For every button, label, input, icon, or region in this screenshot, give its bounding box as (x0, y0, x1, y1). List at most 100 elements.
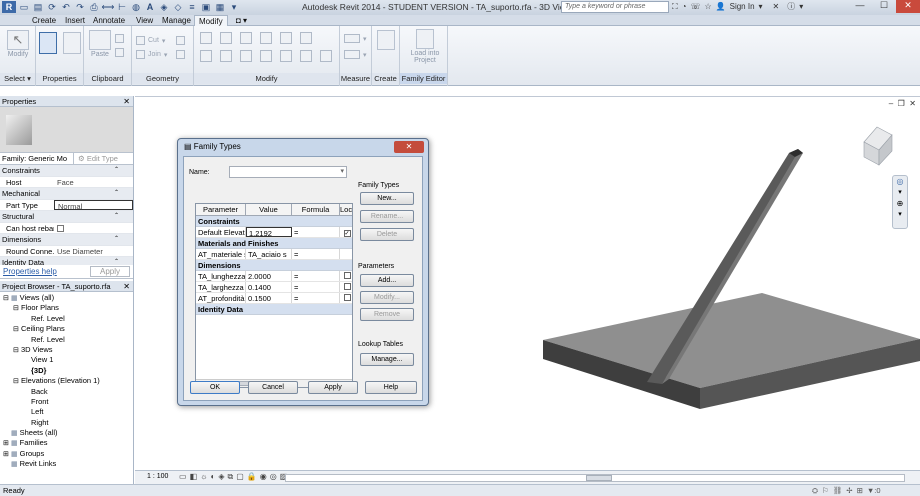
add-parameter-button[interactable]: Add... (360, 274, 414, 287)
grid-section-header[interactable]: Dimensions (196, 260, 352, 271)
align-icon[interactable] (200, 32, 212, 44)
ok-button[interactable]: OK (190, 381, 240, 394)
steering-wheel-icon[interactable]: ◎ (893, 176, 907, 188)
dimension-icon[interactable]: ⊢ (116, 1, 128, 13)
print-icon[interactable]: ⎙ (88, 1, 100, 13)
grid-section-header[interactable]: Identity Data (196, 304, 352, 315)
tab-manage[interactable]: Manage (158, 15, 195, 26)
browser-item[interactable]: ⊟ ▦ Views (all) (0, 293, 133, 303)
modify-parameter-button[interactable]: Modify... (360, 291, 414, 304)
grid-row[interactable]: Default Elevati 1.2192 = ✓ (196, 227, 352, 238)
browser-item[interactable]: Front (0, 397, 133, 407)
filter-icon[interactable]: ▼:0 (867, 486, 881, 496)
collapse-icon[interactable]: ⌃ (114, 234, 133, 245)
thin-lines-icon[interactable]: ≡ (186, 1, 198, 13)
browser-item[interactable]: ⊞ ▦ Families (0, 438, 133, 448)
dialog-close-icon[interactable]: ✕ (394, 141, 424, 153)
user-icon[interactable]: 👤 (716, 2, 726, 11)
collapse-icon[interactable]: ⌃ (114, 211, 133, 222)
browser-item[interactable]: View 1 (0, 355, 133, 365)
offset-icon[interactable] (220, 32, 232, 44)
reveal-hidden-icon[interactable]: ◎ (270, 472, 277, 482)
grid-section-header[interactable]: Materials and Finishes (196, 238, 352, 249)
3d-view-icon[interactable]: ◈ (158, 1, 170, 13)
cut-button[interactable]: Cut ▾ (136, 36, 165, 45)
manage-lookup-button[interactable]: Manage... (360, 353, 414, 366)
dimension-tool-icon[interactable]: ▾ (344, 50, 367, 59)
copy-element-icon[interactable] (220, 50, 232, 62)
trim-icon[interactable] (260, 50, 272, 62)
app-menu-icon[interactable]: R (2, 1, 16, 13)
param-formula-cell[interactable]: = (292, 271, 340, 281)
select-pinned-icon[interactable]: ✢ (846, 486, 852, 496)
mirror-draw-icon[interactable] (260, 32, 272, 44)
maximize-icon[interactable]: ☐ (872, 0, 896, 13)
properties-category[interactable]: Structural ⌃ (0, 211, 133, 223)
subscription-icon[interactable]: ◔ (682, 2, 687, 11)
properties-category[interactable]: Identity Data ⌃ (0, 257, 133, 265)
ribbon-minimize-icon[interactable]: ◘ ▾ (232, 15, 251, 26)
undo-icon[interactable]: ↶ (60, 1, 72, 13)
param-formula-cell[interactable]: = (292, 293, 340, 303)
section-icon[interactable]: ◇ (172, 1, 184, 13)
lock-checkbox[interactable]: ✓ (340, 227, 352, 237)
paint-icon[interactable] (176, 50, 185, 59)
properties-close-icon[interactable]: ✕ (123, 96, 130, 107)
close-hidden-icon[interactable]: ▣ (200, 1, 212, 13)
view-scale[interactable]: 1 : 100 (147, 473, 168, 480)
property-value[interactable]: Face (54, 177, 133, 188)
create-similar-button[interactable] (375, 30, 397, 51)
grid-row[interactable]: AT_profondità 0.1500 = (196, 293, 352, 304)
tab-insert[interactable]: Insert (61, 15, 89, 26)
split-icon[interactable] (176, 36, 185, 45)
properties-category[interactable]: Constraints ⌃ (0, 165, 133, 177)
param-value-cell[interactable]: 0.1400 (246, 282, 292, 292)
property-value[interactable] (54, 223, 133, 234)
properties-category[interactable]: Mechanical ⌃ (0, 188, 133, 200)
lock-checkbox[interactable] (340, 293, 352, 303)
property-value[interactable]: Normal (54, 199, 133, 210)
param-formula-cell[interactable]: = (292, 249, 340, 259)
sun-path-icon[interactable]: ☼ (200, 472, 207, 482)
param-value-cell[interactable]: 2.0000 (246, 271, 292, 281)
col-parameter[interactable]: Parameter (196, 204, 246, 215)
properties-help-link[interactable]: Properties help (3, 267, 57, 276)
tab-view[interactable]: View (132, 15, 157, 26)
sign-in-dropdown-icon[interactable]: ▾ (759, 2, 763, 11)
type-properties-button[interactable] (62, 32, 82, 55)
visual-style-icon[interactable]: ◧ (190, 472, 198, 482)
hide-isolate-icon[interactable]: ◉ (260, 472, 267, 482)
new-type-button[interactable]: New... (360, 192, 414, 205)
grid-section-header[interactable]: Constraints (196, 216, 352, 227)
properties-category[interactable]: Dimensions ⌃ (0, 234, 133, 246)
sync-icon[interactable]: ⟳ (46, 1, 58, 13)
param-value-cell[interactable]: 1.2192 (246, 227, 292, 237)
browser-item[interactable]: ▦ Revit Links (0, 459, 133, 469)
mirror-axis-icon[interactable] (240, 32, 252, 44)
param-formula-cell[interactable]: = (292, 227, 340, 237)
detail-level-icon[interactable]: ▭ (179, 472, 187, 482)
redo-icon[interactable]: ↷ (74, 1, 86, 13)
tag-icon[interactable]: ◍ (130, 1, 142, 13)
grid-row[interactable]: TA_lunghezza 2.0000 = (196, 271, 352, 282)
zoom-dropdown-icon[interactable]: ▾ (893, 210, 907, 220)
save-icon[interactable]: ▤ (32, 1, 44, 13)
grid-row[interactable]: AT_materiale s TA_aciaio s = (196, 249, 352, 260)
rename-type-button[interactable]: Rename... (360, 210, 414, 223)
design-options-icon[interactable]: ⚐ (822, 486, 829, 496)
switch-windows-icon[interactable]: ▦ (214, 1, 226, 13)
copy-icon[interactable] (115, 34, 124, 43)
text-icon[interactable]: A (144, 1, 156, 13)
sign-in-link[interactable]: Sign In (730, 2, 755, 11)
lock-checkbox[interactable] (340, 271, 352, 281)
crop-view-icon[interactable]: ⧉ (227, 472, 233, 482)
lock-view-icon[interactable]: 🔒 (247, 472, 257, 482)
tab-annotate[interactable]: Annotate (89, 15, 129, 26)
select-underlay-icon[interactable]: ⊞ (857, 486, 863, 496)
tab-create[interactable]: Create (28, 15, 60, 26)
property-row[interactable]: Can host rebar (0, 223, 133, 234)
horizontal-scrollbar[interactable] (285, 474, 905, 482)
properties-button[interactable] (38, 32, 58, 55)
collapse-icon[interactable]: ⌃ (114, 257, 133, 265)
property-row[interactable]: Round Conne... Use Diameter (0, 246, 133, 257)
